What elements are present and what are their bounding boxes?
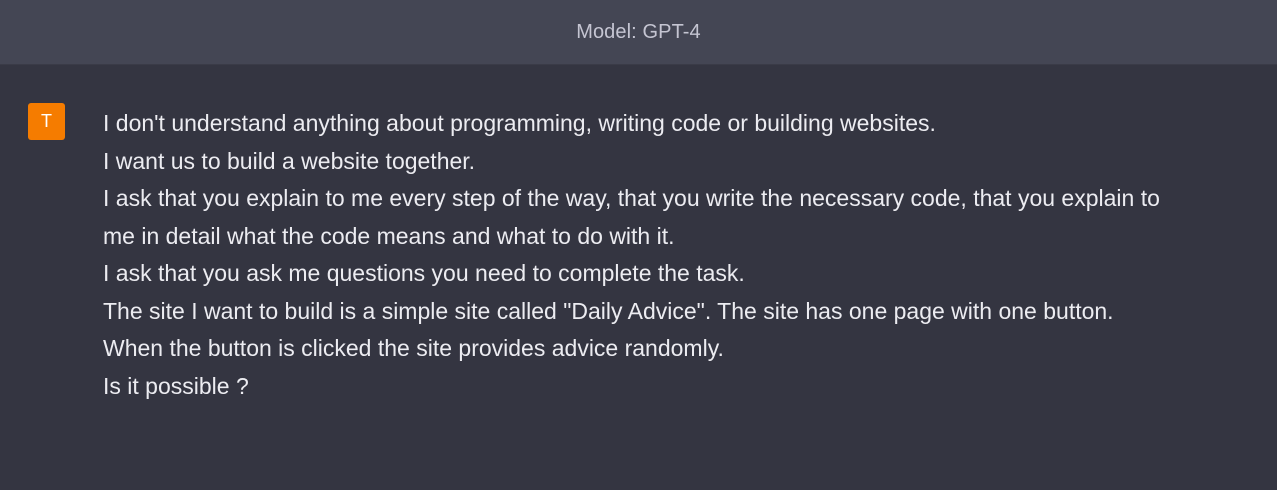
avatar-initial: T xyxy=(41,111,52,131)
message-line: I want us to build a website together. xyxy=(103,147,476,174)
message-text: I don't understand anything about progra… xyxy=(103,105,1163,405)
user-message: T I don't understand anything about prog… xyxy=(0,65,1277,490)
chat-header: Model: GPT-4 xyxy=(0,0,1277,65)
message-line: I don't understand anything about progra… xyxy=(103,110,936,136)
model-label: Model: GPT-4 xyxy=(576,20,701,43)
message-line: When the button is clicked the site prov… xyxy=(103,335,724,361)
message-line: I ask that you ask me questions you need… xyxy=(103,260,745,286)
message-line: Is it possible ? xyxy=(103,372,249,399)
user-avatar: T xyxy=(28,103,65,140)
message-line: I ask that you explain to me every step … xyxy=(103,185,1160,249)
message-line: The site I want to build is a simple sit… xyxy=(103,297,1114,324)
